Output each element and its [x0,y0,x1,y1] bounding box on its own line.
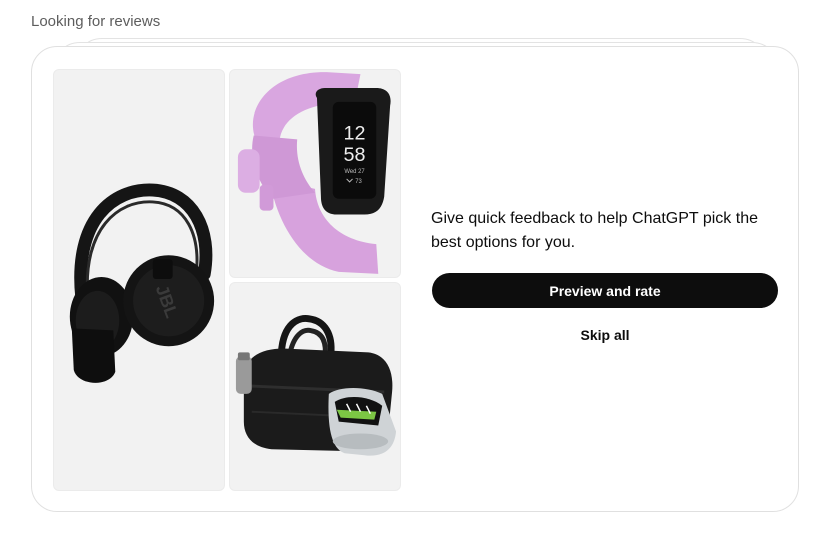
watch-stat: 73 [355,179,362,185]
preview-and-rate-button[interactable]: Preview and rate [432,273,778,308]
fitness-tracker-image: 12 58 Wed 27 73 [237,72,391,274]
product-tile-duffel-bag[interactable] [229,282,401,491]
review-card: JBL 12 58 Wed 27 73 Give quick feedback … [31,46,799,512]
watch-minutes: 58 [344,144,366,166]
product-tile-headphones[interactable]: JBL [53,69,225,491]
watch-date: Wed 27 [344,169,364,175]
duffel-bag-image [235,315,397,456]
watch-hours: 12 [344,122,366,144]
skip-all-button[interactable]: Skip all [432,323,778,347]
section-title: Looking for reviews [31,13,161,30]
feedback-prompt: Give quick feedback to help ChatGPT pick… [431,210,758,251]
product-tile-fitness-tracker[interactable]: 12 58 Wed 27 73 [229,69,401,278]
headphones-image: JBL [69,183,215,383]
